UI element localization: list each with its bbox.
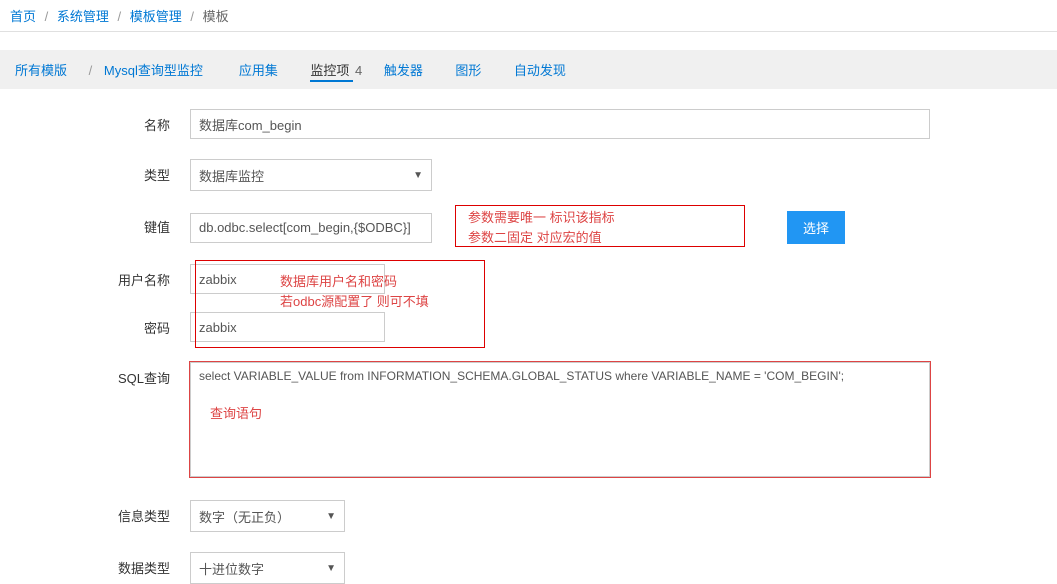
tabs-bar: 所有模版 / Mysql查询型监控 应用集 监控项 4 触发器 图形 自动发现: [0, 50, 1057, 89]
breadcrumb-home[interactable]: 首页: [10, 9, 36, 24]
select-button[interactable]: 选择: [787, 211, 845, 244]
info-type-select[interactable]: 数字（无正负） ▼: [190, 500, 345, 532]
sql-textarea[interactable]: [190, 362, 930, 477]
tab-monitor-item[interactable]: 监控项: [310, 63, 353, 82]
sql-label: SQL查询: [0, 362, 190, 387]
tab-monitor-item-label: 监控项: [310, 63, 349, 78]
breadcrumb: 首页 / 系统管理 / 模板管理 / 模板: [0, 0, 1057, 32]
tab-app-set[interactable]: 应用集: [239, 63, 278, 78]
breadcrumb-sep: /: [190, 9, 194, 24]
data-type-value: 十进位数字: [199, 559, 264, 578]
breadcrumb-sys-mgmt[interactable]: 系统管理: [57, 9, 109, 24]
breadcrumb-tpl-mgmt[interactable]: 模板管理: [130, 9, 182, 24]
password-label: 密码: [0, 312, 190, 337]
chevron-down-icon: ▼: [326, 511, 336, 522]
info-type-label: 信息类型: [0, 500, 190, 525]
tab-graph[interactable]: 图形: [455, 63, 481, 78]
tab-auto-discover[interactable]: 自动发现: [514, 63, 566, 78]
key-input[interactable]: [190, 213, 432, 243]
breadcrumb-current: 模板: [203, 9, 229, 24]
chevron-down-icon: ▼: [413, 170, 423, 181]
type-select-value: 数据库监控: [199, 166, 264, 185]
breadcrumb-sep: /: [118, 9, 122, 24]
form-area: 名称 类型 数据库监控 ▼ 键值 选择 参数需要唯一 标识该指标 参数二固定 对…: [0, 89, 1057, 584]
tab-sep: /: [89, 63, 93, 78]
data-type-select[interactable]: 十进位数字 ▼: [190, 552, 345, 584]
name-label: 名称: [0, 109, 190, 134]
info-type-value: 数字（无正负）: [199, 507, 290, 526]
type-select[interactable]: 数据库监控 ▼: [190, 159, 432, 191]
type-label: 类型: [0, 159, 190, 184]
username-input[interactable]: [190, 264, 385, 294]
username-label: 用户名称: [0, 264, 190, 289]
name-input[interactable]: [190, 109, 930, 139]
tab-trigger[interactable]: 触发器: [384, 63, 423, 78]
key-label: 键值: [0, 211, 190, 236]
tab-all-templates[interactable]: 所有模版: [15, 63, 67, 78]
breadcrumb-sep: /: [45, 9, 49, 24]
chevron-down-icon: ▼: [326, 563, 336, 574]
annotation-user-line2: 若odbc源配置了 则可不填: [280, 292, 429, 312]
password-input[interactable]: [190, 312, 385, 342]
tab-monitor-count: 4: [355, 63, 362, 78]
data-type-label: 数据类型: [0, 552, 190, 577]
tab-mysql-monitor[interactable]: Mysql查询型监控: [104, 63, 203, 78]
